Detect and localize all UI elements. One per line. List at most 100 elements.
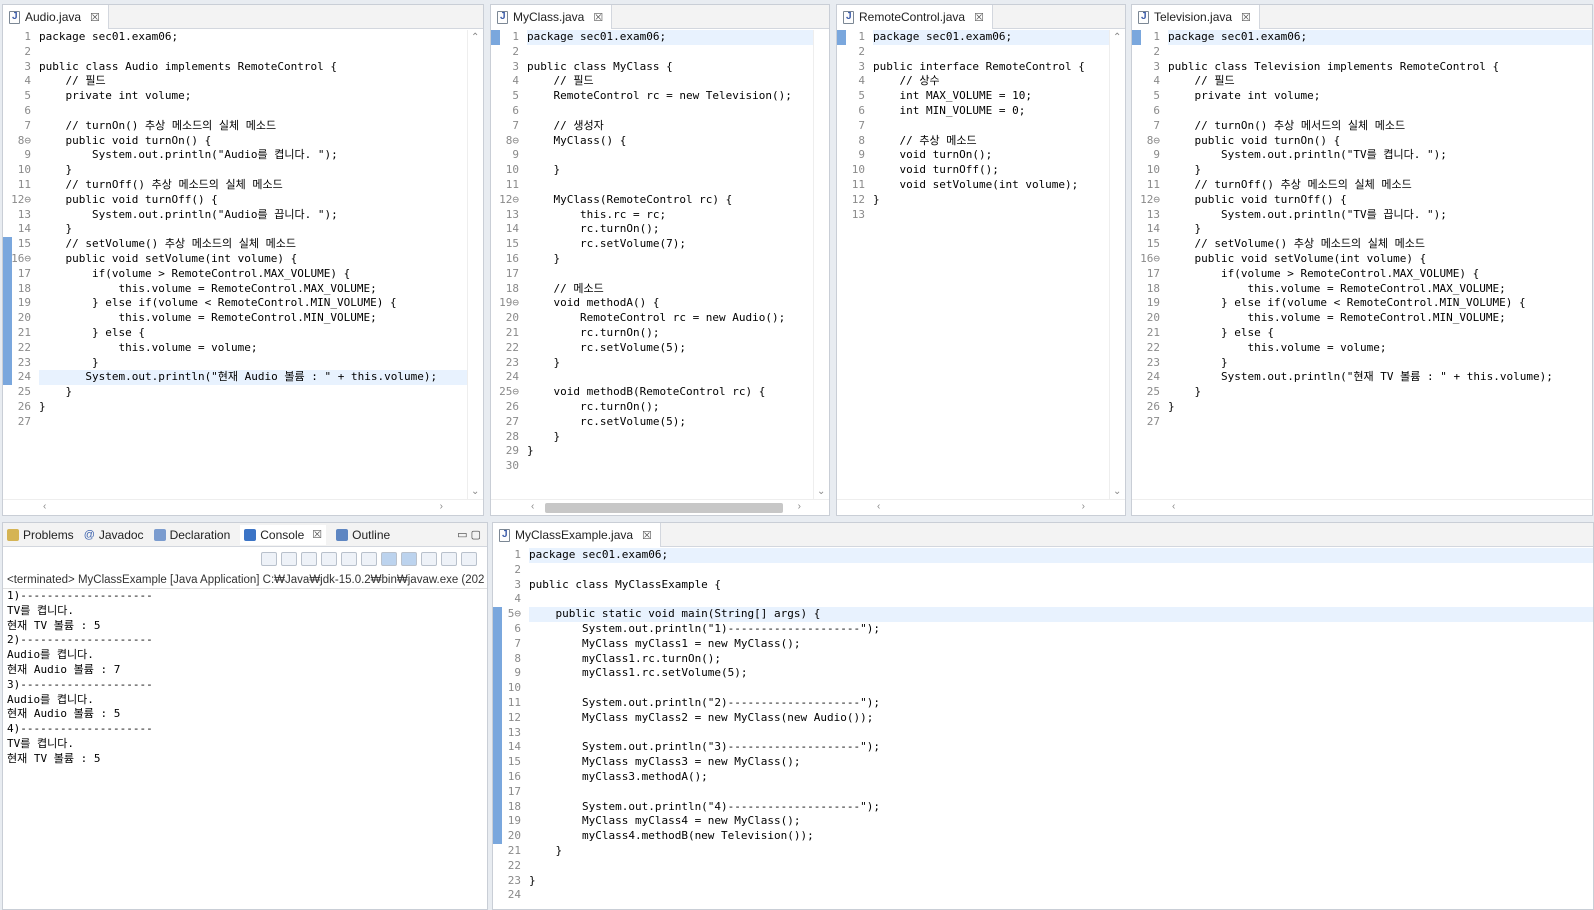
code-line[interactable]: } xyxy=(39,356,483,371)
code-line[interactable] xyxy=(529,592,1593,607)
code-area[interactable]: package sec01.exam06; public class Audio … xyxy=(39,30,483,515)
tab-myclassexample-java[interactable]: MyClassExample.java ☒ xyxy=(493,523,661,547)
code-line[interactable]: int MAX_VOLUME = 10; xyxy=(873,89,1125,104)
scroll-thumb[interactable] xyxy=(545,503,783,513)
editor-audio[interactable]: Audio.java ☒ 12345678⊖9101112⊖13141516⊖1… xyxy=(2,4,484,516)
code-line[interactable]: this.volume = volume; xyxy=(39,341,483,356)
code-line[interactable]: rc.setVolume(5); xyxy=(527,341,829,356)
code-line[interactable] xyxy=(873,119,1125,134)
vertical-scrollbar[interactable]: ⌄ xyxy=(813,30,829,499)
code-line[interactable]: } xyxy=(527,356,829,371)
code-line[interactable] xyxy=(39,104,483,119)
code-line[interactable]: System.out.println("4)------------------… xyxy=(529,800,1593,815)
code-line[interactable]: MyClass myClass3 = new MyClass(); xyxy=(529,755,1593,770)
code-line[interactable]: void turnOff(); xyxy=(873,163,1125,178)
code-line[interactable] xyxy=(529,888,1593,903)
code-area[interactable]: package sec01.exam06; public class MyClas… xyxy=(527,30,829,515)
pin-console-icon[interactable] xyxy=(421,552,437,566)
close-icon[interactable]: ☒ xyxy=(90,11,100,24)
code-line[interactable]: } xyxy=(527,444,829,459)
code-line[interactable] xyxy=(527,178,829,193)
code-line[interactable]: public class MyClassExample { xyxy=(529,578,1593,593)
code-line[interactable]: private int volume; xyxy=(1168,89,1592,104)
code-line[interactable]: System.out.println("현재 Audio 볼륨 : " + th… xyxy=(39,370,483,386)
code-line[interactable]: private int volume; xyxy=(39,89,483,104)
code-line[interactable]: } xyxy=(1168,400,1592,415)
close-icon[interactable]: ☒ xyxy=(593,11,603,24)
code-line[interactable]: public void setVolume(int volume) { xyxy=(1168,252,1592,267)
close-icon[interactable]: ☒ xyxy=(312,528,322,541)
code-line[interactable]: // 필드 xyxy=(1168,74,1592,89)
code-line[interactable]: public static void main(String[] args) { xyxy=(529,607,1593,622)
tab-myclass-java[interactable]: MyClass.java ☒ xyxy=(491,5,613,29)
code-line[interactable]: } xyxy=(1168,356,1592,371)
code-area[interactable]: package sec01.exam06; public class MyClas… xyxy=(529,548,1593,909)
tab-outline[interactable]: Outline xyxy=(336,528,390,542)
code-line[interactable]: package sec01.exam06; xyxy=(527,30,829,45)
code-line[interactable]: } xyxy=(39,222,483,237)
vertical-scrollbar[interactable]: ⌃ ⌄ xyxy=(467,30,483,499)
code-line[interactable]: } xyxy=(1168,163,1592,178)
code-line[interactable]: public void turnOff() { xyxy=(1168,193,1592,208)
code-line[interactable]: System.out.println("Audio를 켭니다. "); xyxy=(39,148,483,163)
horizontal-scrollbar[interactable]: ‹ › xyxy=(837,499,1125,515)
code-line[interactable]: MyClass myClass1 = new MyClass(); xyxy=(529,637,1593,652)
code-line[interactable]: // turnOff() 추상 메소드의 실체 메소드 xyxy=(39,178,483,193)
show-on-output-icon[interactable] xyxy=(381,552,397,566)
code-line[interactable]: public class MyClass { xyxy=(527,60,829,75)
tab-console[interactable]: Console ☒ xyxy=(240,524,327,545)
code-line[interactable]: System.out.println("2)------------------… xyxy=(529,696,1593,711)
code-line[interactable] xyxy=(529,859,1593,874)
code-line[interactable]: MyClass() { xyxy=(527,134,829,149)
code-line[interactable] xyxy=(39,415,483,430)
code-line[interactable]: } xyxy=(529,844,1593,859)
code-line[interactable]: } else if(volume < RemoteControl.MIN_VOL… xyxy=(39,296,483,311)
code-line[interactable]: } xyxy=(529,874,1593,889)
code-line[interactable] xyxy=(1168,415,1592,430)
code-line[interactable]: // turnOff() 추상 메소드의 실체 메소드 xyxy=(1168,178,1592,193)
tab-television-java[interactable]: Television.java ☒ xyxy=(1132,5,1260,29)
code-line[interactable]: this.rc = rc; xyxy=(527,208,829,223)
code-line[interactable]: // 상수 xyxy=(873,74,1125,89)
code-line[interactable]: rc.setVolume(7); xyxy=(527,237,829,252)
editor-remotecontrol[interactable]: RemoteControl.java ☒ 12345678910111213 p… xyxy=(836,4,1126,516)
code-line[interactable]: if(volume > RemoteControl.MAX_VOLUME) { xyxy=(1168,267,1592,282)
code-line[interactable]: public void turnOff() { xyxy=(39,193,483,208)
code-line[interactable]: } xyxy=(527,163,829,178)
code-line[interactable]: } xyxy=(873,193,1125,208)
code-line[interactable]: public void setVolume(int volume) { xyxy=(39,252,483,267)
code-line[interactable]: } xyxy=(527,430,829,445)
code-line[interactable]: rc.setVolume(5); xyxy=(527,415,829,430)
code-line[interactable]: System.out.println("3)------------------… xyxy=(529,740,1593,755)
code-line[interactable] xyxy=(873,45,1125,60)
terminate-icon[interactable] xyxy=(261,552,277,566)
horizontal-scrollbar[interactable]: ‹ › xyxy=(3,499,483,515)
code-line[interactable]: // turnOn() 추상 메소드의 실체 메소드 xyxy=(39,119,483,134)
code-line[interactable]: System.out.println("현재 TV 볼륨 : " + this.… xyxy=(1168,370,1592,385)
code-line[interactable]: this.volume = RemoteControl.MAX_VOLUME; xyxy=(1168,282,1592,297)
code-line[interactable]: rc.turnOn(); xyxy=(527,326,829,341)
close-icon[interactable]: ☒ xyxy=(974,11,984,24)
code-line[interactable]: void turnOn(); xyxy=(873,148,1125,163)
code-line[interactable] xyxy=(527,148,829,163)
code-line[interactable]: } xyxy=(39,163,483,178)
code-line[interactable] xyxy=(529,785,1593,800)
code-line[interactable]: } xyxy=(527,252,829,267)
code-line[interactable] xyxy=(529,563,1593,578)
tab-declaration[interactable]: Declaration xyxy=(153,528,230,542)
code-line[interactable]: } else { xyxy=(39,326,483,341)
code-line[interactable]: System.out.println("1)------------------… xyxy=(529,622,1593,637)
code-line[interactable]: public interface RemoteControl { xyxy=(873,60,1125,75)
code-line[interactable]: rc.turnOn(); xyxy=(527,400,829,415)
code-line[interactable]: public class Television implements Remot… xyxy=(1168,60,1592,75)
code-line[interactable]: RemoteControl rc = new Audio(); xyxy=(527,311,829,326)
code-line[interactable]: } else { xyxy=(1168,326,1592,341)
code-line[interactable]: package sec01.exam06; xyxy=(529,548,1593,563)
open-console-icon[interactable] xyxy=(461,552,477,566)
code-line[interactable]: // 생성자 xyxy=(527,119,829,134)
tab-problems[interactable]: Problems xyxy=(7,528,74,542)
code-line[interactable]: this.volume = RemoteControl.MIN_VOLUME; xyxy=(1168,311,1592,326)
code-line[interactable]: // 필드 xyxy=(39,74,483,89)
code-line[interactable]: MyClass myClass4 = new MyClass(); xyxy=(529,814,1593,829)
code-line[interactable]: // turnOn() 추상 메서드의 실체 메소드 xyxy=(1168,119,1592,134)
